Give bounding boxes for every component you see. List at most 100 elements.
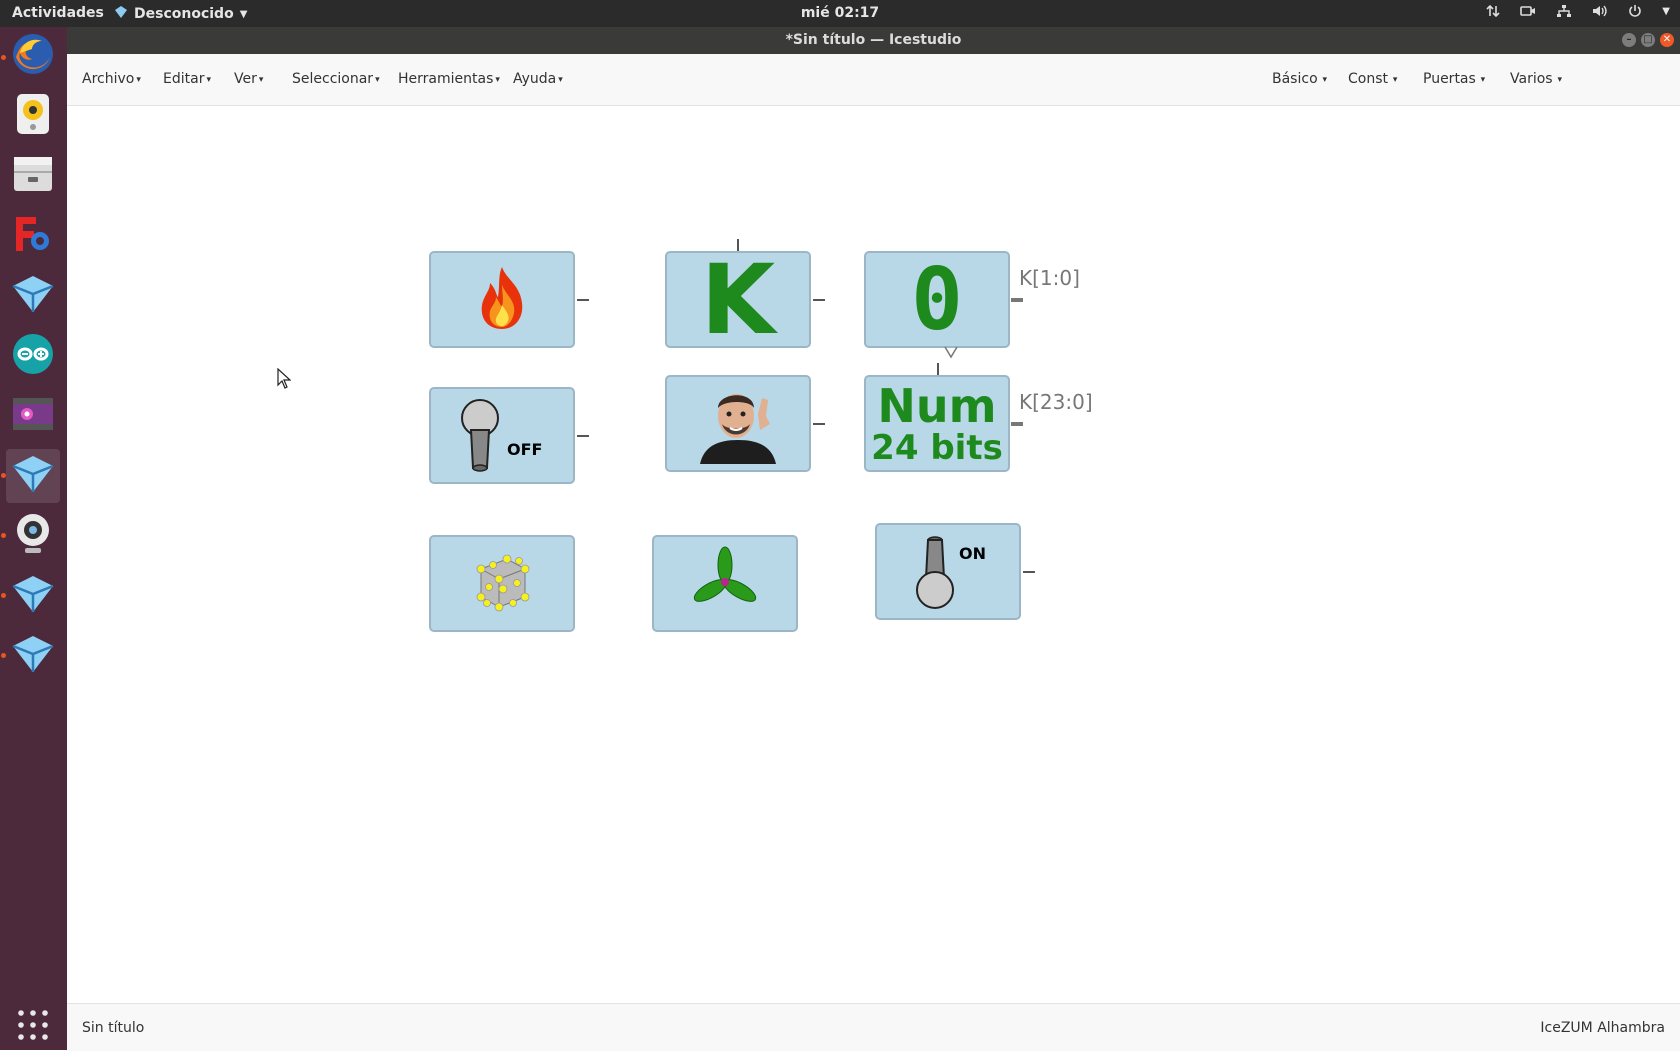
icestudio-icon <box>11 634 55 678</box>
cube-atoms-icon <box>467 547 537 621</box>
propeller-block[interactable] <box>652 535 798 632</box>
system-top-bar: Actividades Desconocido ▼ mié 02:17 ▼ <box>0 0 1680 27</box>
power-icon[interactable] <box>1628 4 1642 18</box>
freecad-icon <box>12 213 54 259</box>
webcam-icon <box>13 512 53 560</box>
caret-down-icon: ▾ <box>495 75 500 85</box>
menu-label: Editar <box>163 71 205 87</box>
menu-label: Básico <box>1272 71 1318 87</box>
menu-label: Const <box>1348 71 1388 87</box>
fire-block[interactable] <box>429 251 575 348</box>
letter-k-icon: K <box>700 251 776 348</box>
caret-down-icon: ▾ <box>1319 75 1328 85</box>
menu-varios[interactable]: Varios ▾ <box>1510 71 1562 87</box>
menu-label: Ayuda <box>513 71 557 87</box>
volume-icon[interactable] <box>1592 4 1608 18</box>
project-name: Sin título <box>82 1020 145 1036</box>
design-canvas[interactable]: K 0 K[1:0] OFF Num 24 bits K[23:0] ON <box>67 106 1680 1003</box>
camera-icon[interactable] <box>1520 5 1536 17</box>
icestudio-launcher-2[interactable] <box>6 449 60 503</box>
output-wire <box>577 435 589 437</box>
caret-down-icon: ▾ <box>1554 75 1562 85</box>
caret-down-icon: ▾ <box>558 75 563 85</box>
film-strip-icon <box>11 394 55 438</box>
minimize-button[interactable]: – <box>1622 33 1636 47</box>
switch-off-block[interactable]: OFF <box>429 387 575 484</box>
menu-ayuda[interactable]: Ayuda ▾ <box>513 71 563 87</box>
show-applications-button[interactable] <box>6 1000 60 1054</box>
bits-label: 24 bits <box>871 427 1003 468</box>
window-title: *Sin título — Icestudio <box>785 32 962 48</box>
icestudio-launcher-4[interactable] <box>6 629 60 683</box>
input-wire <box>737 239 739 251</box>
caret-down-icon: ▾ <box>206 75 211 85</box>
firefox-launcher[interactable] <box>6 29 60 83</box>
icestudio-icon <box>11 274 55 318</box>
transfer-arrows-icon[interactable] <box>1486 4 1500 18</box>
input-wire <box>937 363 939 375</box>
arduino-launcher[interactable] <box>6 329 60 383</box>
port-label-k-23-0: K[23:0] <box>1019 390 1093 414</box>
output-pin[interactable] <box>1011 422 1023 426</box>
propeller-icon <box>690 545 760 623</box>
clock[interactable]: mié 02:17 <box>0 5 1680 21</box>
menu-ver[interactable]: Ver ▾ <box>234 71 263 87</box>
webcam-launcher[interactable] <box>6 509 60 563</box>
close-button[interactable]: ✕ <box>1660 33 1674 47</box>
menu-herramientas[interactable]: Herramientas ▾ <box>398 71 500 87</box>
caret-down-icon: ▾ <box>375 75 380 85</box>
icestudio-icon <box>11 574 55 618</box>
num-24-bits-block[interactable]: Num 24 bits <box>864 375 1010 472</box>
board-name[interactable]: IceZUM Alhambra <box>1540 1020 1665 1036</box>
person-photo-icon <box>698 380 778 468</box>
menu-label: Seleccionar <box>292 71 374 87</box>
menu-label: Varios <box>1510 71 1553 87</box>
menu-puertas[interactable]: Puertas ▾ <box>1423 71 1485 87</box>
icestudio-launcher-3[interactable] <box>6 569 60 623</box>
constant-zero-block[interactable]: 0 <box>864 251 1010 348</box>
output-wire <box>813 423 825 425</box>
window-title-bar: *Sin título — Icestudio – □ ✕ <box>67 27 1680 54</box>
speaker-icon <box>13 92 53 140</box>
apps-grid-icon <box>16 1008 50 1046</box>
menu-label: Archivo <box>82 71 135 87</box>
firefox-icon <box>10 31 56 81</box>
num-icon: Num 24 bits <box>871 382 1003 466</box>
switch-off-label: OFF <box>507 439 543 459</box>
output-wire <box>1023 571 1035 573</box>
switch-on-block[interactable]: ON <box>875 523 1021 620</box>
menu-seleccionar[interactable]: Seleccionar ▾ <box>292 71 380 87</box>
chevron-down-icon[interactable]: ▼ <box>1662 6 1670 17</box>
output-pin[interactable] <box>1011 298 1023 302</box>
menu-archivo[interactable]: Archivo ▾ <box>82 71 141 87</box>
file-cabinet-icon <box>12 153 54 199</box>
output-wire <box>577 299 589 301</box>
launcher-dock <box>0 27 67 1050</box>
maximize-button[interactable]: □ <box>1641 33 1655 47</box>
network-icon[interactable] <box>1556 4 1572 18</box>
switch-on-icon: ON <box>903 532 993 612</box>
expand-chevron-icon <box>944 344 958 363</box>
menu-label: Puertas <box>1423 71 1476 87</box>
video-editor-launcher[interactable] <box>6 389 60 443</box>
switch-on-label: ON <box>959 543 986 563</box>
menu-basico[interactable]: Básico ▾ <box>1272 71 1327 87</box>
num-label: Num <box>877 378 997 433</box>
rhythmbox-launcher[interactable] <box>6 89 60 143</box>
fire-icon <box>476 265 528 335</box>
caret-down-icon: ▾ <box>258 75 264 85</box>
output-wire <box>813 299 825 301</box>
photo-block[interactable] <box>665 375 811 472</box>
menu-const[interactable]: Const ▾ <box>1348 71 1397 87</box>
icestudio-launcher-1[interactable] <box>6 269 60 323</box>
switch-off-icon: OFF <box>457 396 547 476</box>
constant-k-block[interactable]: K <box>665 251 811 348</box>
files-launcher[interactable] <box>6 149 60 203</box>
cube-atoms-block[interactable] <box>429 535 575 632</box>
menu-editar[interactable]: Editar ▾ <box>163 71 211 87</box>
freecad-launcher[interactable] <box>6 209 60 263</box>
icestudio-icon <box>11 454 55 498</box>
menu-label: Ver <box>234 71 257 87</box>
app-menu-bar: Archivo ▾ Editar ▾ Ver ▾ Seleccionar ▾ Herra… <box>67 54 1680 106</box>
caret-down-icon: ▾ <box>1477 75 1486 85</box>
